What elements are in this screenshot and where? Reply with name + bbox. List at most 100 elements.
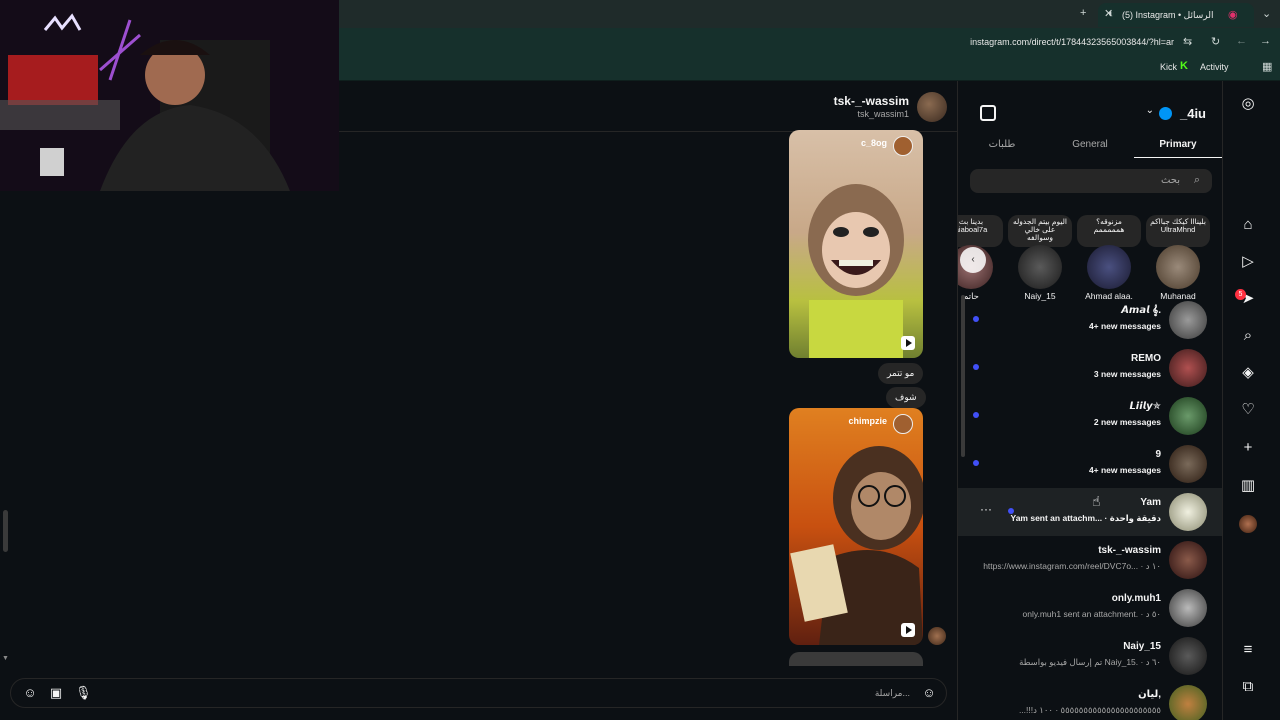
meta-icon[interactable]: ⧉	[1239, 678, 1257, 696]
bookmark-activity[interactable]: Activity	[1200, 62, 1229, 72]
chimp-image	[790, 446, 923, 645]
emoji-icon[interactable]: ☺	[922, 686, 936, 700]
inbox-panel: ⌄ _4iu طلبات General Primary بحث ⌕ بلينا…	[957, 81, 1222, 720]
chat-header: tsk-_-wassim tsk_wassim1	[339, 81, 957, 132]
unread-dot-icon	[973, 412, 979, 418]
conversation-preview: only.muh1 sent an attachment. · ٥٠ د	[1022, 609, 1161, 619]
sticker-icon[interactable]: ☺	[23, 686, 37, 700]
conversation-name: Yam	[1140, 497, 1161, 508]
scroll-down-icon[interactable]: ▼	[2, 655, 9, 662]
message-bubble[interactable]: مو تتمر	[878, 363, 924, 384]
conversation-row[interactable]: 𝙇𝙞𝙞𝙡𝙮✯ 2 new messages	[958, 392, 1222, 440]
avatar	[1169, 397, 1207, 435]
conversation-row[interactable]: tsk-_-wassim https://www.instagram.com/r…	[958, 536, 1222, 584]
create-icon[interactable]: +	[1239, 439, 1257, 457]
home-icon[interactable]: ⌂	[1239, 216, 1257, 234]
monkey-image	[808, 184, 904, 358]
note-text: مزنوقه؟ همممممم	[1077, 215, 1141, 247]
apps-grid-icon[interactable]: ▦	[1262, 60, 1272, 73]
composer-placeholder: مراسلة...	[874, 688, 910, 698]
new-tab-icon[interactable]: +	[1080, 7, 1086, 19]
notifications-icon[interactable]: ♡	[1239, 401, 1257, 419]
tab-requests[interactable]: طلبات	[958, 139, 1046, 150]
back-icon[interactable]: →	[1260, 35, 1271, 47]
reel-author[interactable]: chimpzie	[848, 416, 887, 426]
note-avatar[interactable]	[1087, 245, 1131, 289]
search-input[interactable]: بحث ⌕	[970, 169, 1212, 193]
tab-title: (5) Instagram • الرسائل	[1122, 10, 1214, 20]
account-name[interactable]: _4iu	[1180, 106, 1206, 121]
conversation-row[interactable]: 9 4+ new messages	[958, 440, 1222, 488]
sender-avatar[interactable]	[928, 627, 946, 645]
reel-message-3[interactable]	[789, 652, 923, 666]
dashboard-icon[interactable]: ▥	[1239, 477, 1257, 495]
conversation-name: only.muh1	[1111, 593, 1161, 604]
instagram-icon[interactable]: ◎	[1239, 95, 1257, 113]
conversation-row[interactable]: only.muh1 only.muh1 sent an attachment. …	[958, 584, 1222, 632]
message-bubble[interactable]: شوف	[886, 387, 926, 408]
explore-icon[interactable]: ◈	[1239, 364, 1257, 382]
reload-icon[interactable]: ↻	[1211, 35, 1220, 48]
tab-general[interactable]: General	[1046, 139, 1134, 150]
account-switch-chevron-icon[interactable]: ⌄	[1146, 105, 1154, 116]
search-icon[interactable]: ⌕	[1239, 327, 1257, 345]
reel-author-avatar[interactable]	[893, 136, 913, 156]
conversation-row[interactable]: ··· Yam Yam sent an attachm... · دقيقة و…	[958, 488, 1222, 536]
conversation-row[interactable]: 𝘼𝙢𝙖𝙡 𝄞. 4+ new messages	[958, 296, 1222, 344]
reel-message-2[interactable]: chimpzie	[789, 408, 923, 645]
reel-author-avatar[interactable]	[893, 414, 913, 434]
note-avatar[interactable]	[1156, 245, 1200, 289]
new-message-icon[interactable]	[980, 105, 996, 121]
url-field[interactable]: instagram.com/direct/t/17844323565003844…	[970, 37, 1174, 47]
note-avatar[interactable]	[1018, 245, 1062, 289]
search-icon: ⌕	[1193, 174, 1200, 186]
conversation-preview: Yam sent an attachm... · دقيقة واحدة	[1010, 513, 1162, 523]
more-options-icon[interactable]: ···	[980, 502, 992, 516]
menu-icon[interactable]: ≡	[1239, 641, 1257, 659]
chat-name[interactable]: tsk-_-wassim	[834, 94, 909, 108]
reels-icon[interactable]: ▷	[1239, 253, 1257, 271]
avatar	[1169, 301, 1207, 339]
avatar	[1169, 637, 1207, 675]
active-tab-indicator	[1134, 157, 1222, 158]
tab-primary[interactable]: Primary	[1134, 139, 1222, 150]
conversation-name: Naiy_15	[1123, 641, 1161, 652]
chat-avatar[interactable]	[917, 92, 947, 122]
avatar	[1169, 493, 1207, 531]
conversation-row[interactable]: ليان, ...!!!٥٥٥٥٥٥٥٥٥٥٥٥٥٥٥٥٥٥٥٥٥٥ · ١٠٠…	[958, 680, 1222, 720]
bookmark-kick[interactable]: Kick	[1160, 62, 1177, 72]
search-placeholder: بحث	[1160, 175, 1180, 186]
webcam-feed-image	[0, 0, 339, 191]
reel-author[interactable]: c_8og	[861, 138, 887, 148]
unread-dot-icon	[973, 460, 979, 466]
avatar	[1169, 685, 1207, 720]
message-composer[interactable]: ☺ ▣ 🎙 مراسلة... ☺	[10, 678, 947, 708]
conversation-row[interactable]: REMO 3 new messages	[958, 344, 1222, 392]
browser-tab-instagram[interactable]: ◉ (5) Instagram • الرسائل ◐	[1098, 3, 1254, 27]
conversation-name: 𝘼𝙢𝙖𝙡 𝄞.	[1121, 305, 1161, 316]
forward-icon[interactable]: ←	[1236, 35, 1247, 47]
reel-play-icon	[901, 623, 915, 637]
microphone-icon[interactable]: 🎙	[75, 686, 92, 700]
conversation-name: REMO	[1131, 353, 1161, 364]
site-settings-icon[interactable]: ⇆	[1183, 35, 1192, 48]
tab-list-chevron-icon[interactable]: ⌄	[1262, 7, 1271, 20]
conversation-name: ليان,	[1138, 689, 1161, 700]
conversation-row[interactable]: Naiy_15 تم إرسال فيديو بواسطة Naiy_15. ·…	[958, 632, 1222, 680]
profile-avatar[interactable]	[1239, 515, 1257, 533]
unread-dot-icon	[973, 316, 979, 322]
close-tab-icon[interactable]: ✕	[1104, 7, 1113, 20]
note-text: بدينا بث aiaboal7a	[958, 215, 1003, 247]
reel-message-1[interactable]: c_8og	[789, 130, 923, 358]
image-upload-icon[interactable]: ▣	[49, 686, 63, 700]
notes-prev-chevron-icon[interactable]: ‹	[960, 247, 986, 273]
conversation-preview: 2 new messages	[1093, 417, 1161, 427]
instagram-favicon-icon: ◉	[1228, 9, 1238, 21]
navigation-rail: ◎ ⌂ ▷ ➤ 5 ⌕ ◈ ♡ + ▥ ≡ ⧉	[1222, 81, 1280, 720]
chat-scrollbar[interactable]	[3, 510, 8, 552]
webcam-overlay	[0, 0, 339, 191]
verified-badge-icon	[1159, 107, 1172, 120]
reel-play-icon	[901, 336, 915, 350]
avatar	[1169, 589, 1207, 627]
note-text: بلينااا كيكك جبااكم UltraMhnd	[1146, 215, 1210, 247]
